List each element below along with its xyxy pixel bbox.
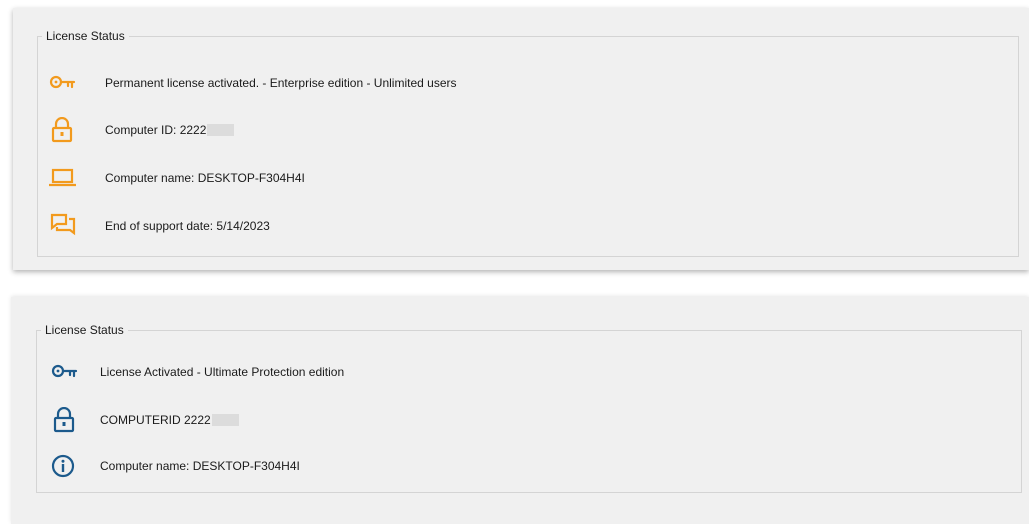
- license-status-panel-bottom: License Status License Activated - Ultim…: [11, 297, 1029, 524]
- group-title: License Status: [42, 28, 129, 44]
- computer-name-text: Computer name: DESKTOP-F304H4I: [105, 171, 305, 185]
- computer-name-text: Computer name: DESKTOP-F304H4I: [100, 459, 300, 473]
- lock-icon: [50, 407, 78, 433]
- computer-name-row: Computer name: DESKTOP-F304H4I: [37, 453, 1021, 479]
- license-text: Permanent license activated. - Enterpris…: [105, 76, 457, 90]
- license-text: License Activated - Ultimate Protection …: [100, 365, 345, 379]
- group-title: License Status: [41, 322, 128, 338]
- computer-id-row: Computer ID: 2222: [38, 117, 1018, 143]
- support-date-text: End of support date: 5/14/2023: [105, 219, 270, 233]
- computer-name-row: Computer name: DESKTOP-F304H4I: [38, 165, 1018, 191]
- key-icon: [48, 70, 76, 96]
- redacted-block: [207, 124, 235, 136]
- computer-id-text: Computer ID: 2222: [105, 121, 235, 139]
- license-status-group: License Status Permanent license activat…: [37, 28, 1019, 257]
- license-row: License Activated - Ultimate Protection …: [37, 359, 1021, 385]
- redacted-block: [211, 414, 239, 426]
- license-status-group: License Status License Activated - Ultim…: [36, 322, 1022, 493]
- computer-id-row: COMPUTERID 2222: [37, 407, 1021, 433]
- laptop-icon: [48, 165, 76, 191]
- lock-icon: [48, 117, 76, 143]
- key-icon: [50, 359, 78, 385]
- computer-id-text: COMPUTERID 2222: [100, 411, 239, 429]
- chat-icon: [48, 213, 76, 239]
- license-status-panel-top: License Status Permanent license activat…: [13, 8, 1029, 270]
- license-row: Permanent license activated. - Enterpris…: [38, 70, 1018, 96]
- support-date-row: End of support date: 5/14/2023: [38, 213, 1018, 239]
- info-icon: [50, 453, 78, 479]
